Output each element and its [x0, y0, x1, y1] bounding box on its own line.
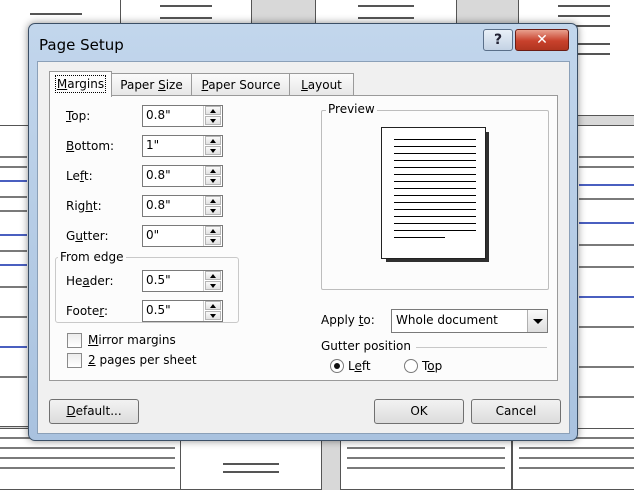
gutter-top-radio[interactable] [404, 359, 418, 373]
chevron-down-icon[interactable] [527, 310, 547, 332]
header-value[interactable]: 0.5" [146, 273, 171, 287]
preview-page [381, 127, 486, 259]
gutter-label: Gutter: [66, 229, 109, 243]
spin-up-arrow[interactable] [205, 226, 221, 235]
header-label: Header: [66, 274, 114, 288]
gutter-left-label[interactable]: Left [348, 359, 371, 373]
bottom-margin-value[interactable]: 1" [146, 138, 159, 152]
dialog-title: Page Setup [39, 36, 124, 54]
radio-selected-dot [334, 363, 340, 369]
gutter-position-title: Gutter position [321, 339, 411, 353]
apply-to-label: Apply to: [321, 313, 375, 327]
apply-to-value: Whole document [396, 313, 498, 327]
gutter-left-radio[interactable] [330, 359, 344, 373]
right-margin-value[interactable]: 0.8" [146, 198, 171, 212]
left-margin-value[interactable]: 0.8" [146, 168, 171, 182]
gutter-spinner[interactable]: 0" [142, 225, 223, 247]
spin-down-arrow[interactable] [205, 236, 221, 245]
mirror-margins-checkbox[interactable] [67, 333, 82, 348]
background-page [572, 125, 634, 432]
mirror-margins-label[interactable]: Mirror margins [88, 333, 176, 347]
tab-margins[interactable]: Margins [49, 71, 112, 97]
bottom-label: Bottom: [66, 139, 115, 153]
dialog-client-area: Margins Paper Size Paper Source Layout T… [37, 61, 570, 434]
gutter-position-separator [416, 347, 547, 348]
gutter-value[interactable]: 0" [146, 228, 159, 242]
spin-down-arrow[interactable] [205, 311, 221, 320]
spin-down-arrow[interactable] [205, 206, 221, 215]
tab-layout[interactable]: Layout [289, 73, 354, 96]
left-label: Left: [66, 169, 93, 183]
gutter-top-label[interactable]: Top [422, 359, 442, 373]
two-pages-per-sheet-checkbox[interactable] [67, 353, 82, 368]
preview-title: Preview [326, 102, 377, 116]
spin-down-arrow[interactable] [205, 281, 221, 290]
bottom-margin-spinner[interactable]: 1" [142, 135, 223, 157]
header-spinner[interactable]: 0.5" [142, 270, 223, 292]
help-button[interactable]: ? [483, 29, 513, 51]
title-bar[interactable]: Page Setup ? ✕ [29, 24, 577, 64]
two-pages-per-sheet-label[interactable]: 2 pages per sheet [88, 353, 197, 367]
top-margin-value[interactable]: 0.8" [146, 108, 171, 122]
footer-label: Footer: [66, 304, 109, 318]
page-setup-dialog: Page Setup ? ✕ Margins Paper Size Paper … [28, 23, 578, 441]
footer-spinner[interactable]: 0.5" [142, 300, 223, 322]
spin-up-arrow[interactable] [205, 136, 221, 145]
preview-box [321, 110, 549, 290]
spin-down-arrow[interactable] [205, 176, 221, 185]
ok-button[interactable]: OK [374, 399, 464, 424]
spin-down-arrow[interactable] [205, 146, 221, 155]
right-margin-spinner[interactable]: 0.8" [142, 195, 223, 217]
footer-value[interactable]: 0.5" [146, 303, 171, 317]
top-margin-spinner[interactable]: 0.8" [142, 105, 223, 127]
spin-up-arrow[interactable] [205, 301, 221, 310]
right-label: Right: [66, 199, 102, 213]
tab-paper-size[interactable]: Paper Size [110, 73, 193, 96]
cancel-button[interactable]: Cancel [471, 399, 561, 424]
spin-up-arrow[interactable] [205, 196, 221, 205]
apply-to-select[interactable]: Whole document [391, 309, 548, 333]
close-button[interactable]: ✕ [515, 29, 569, 51]
margins-panel: Top: 0.8" Bottom: 1" Left: 0.8" Right: 0… [49, 95, 558, 381]
tab-paper-source[interactable]: Paper Source [191, 73, 291, 96]
spin-up-arrow[interactable] [205, 106, 221, 115]
left-margin-spinner[interactable]: 0.8" [142, 165, 223, 187]
spin-down-arrow[interactable] [205, 116, 221, 125]
from-edge-title: From edge [58, 250, 126, 264]
spin-up-arrow[interactable] [205, 166, 221, 175]
top-label: Top: [66, 109, 91, 123]
default-button[interactable]: Default... [49, 399, 139, 424]
spin-up-arrow[interactable] [205, 271, 221, 280]
